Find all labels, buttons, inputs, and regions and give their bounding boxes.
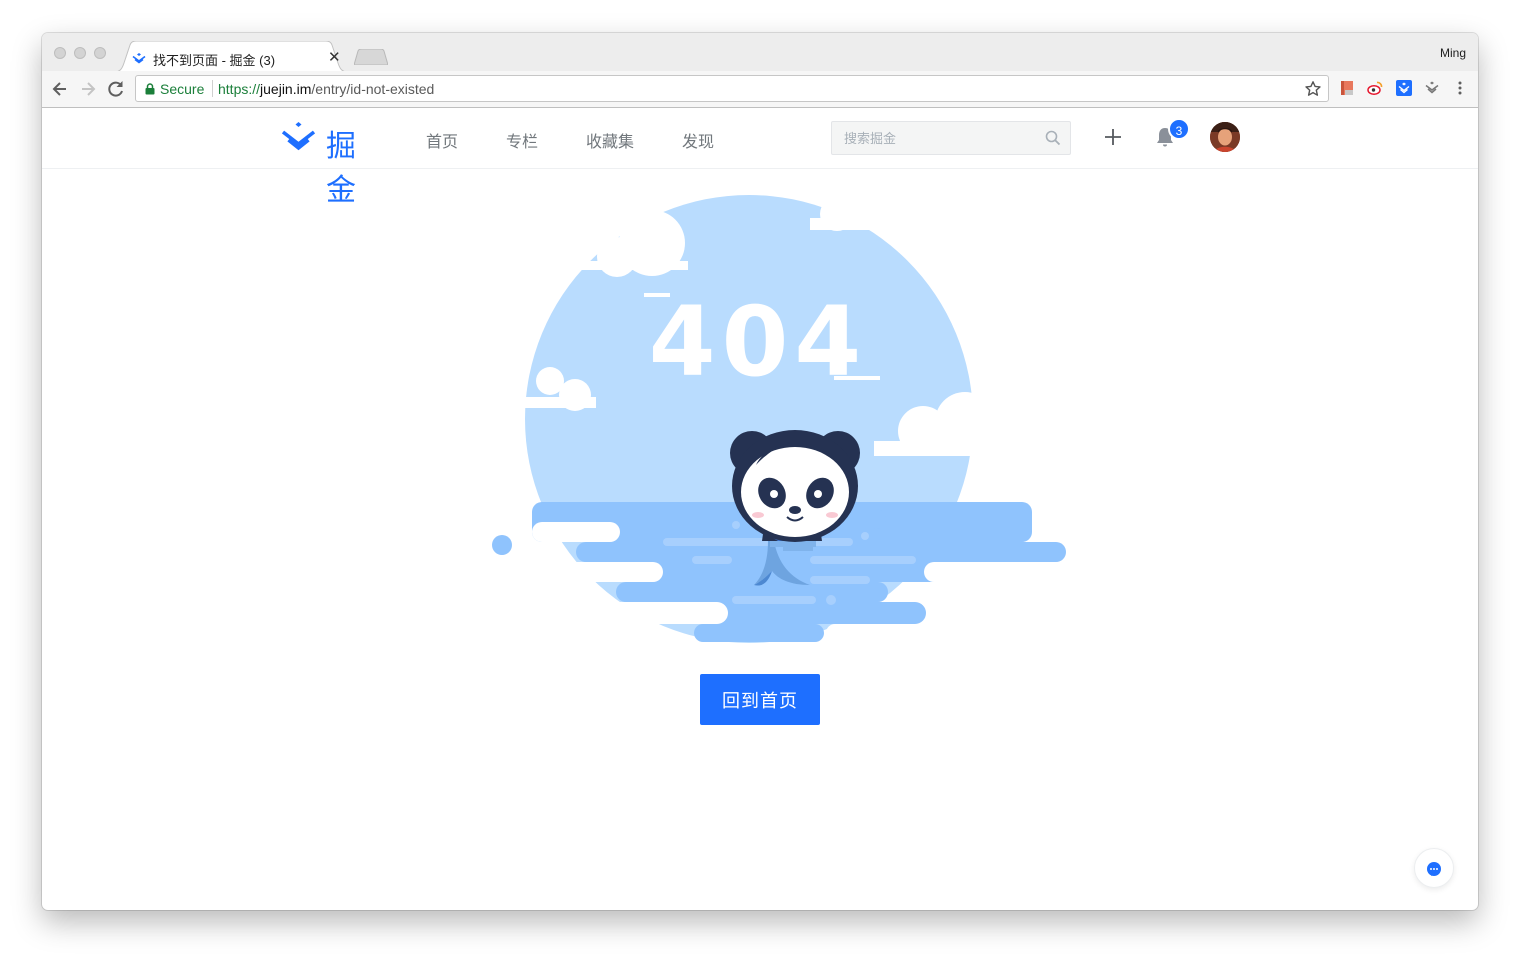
address-bar[interactable]: Secure https://juejin.im/entry/id-not-ex… <box>135 75 1329 102</box>
juejin-logo[interactable]: 掘金 <box>280 120 380 208</box>
reload-icon[interactable] <box>106 79 126 99</box>
forward-arrow-icon[interactable] <box>78 79 98 99</box>
nav-home[interactable]: 首页 <box>426 128 458 152</box>
bookmark-extension-icon[interactable] <box>1339 80 1355 96</box>
security-label: Secure <box>160 81 205 97</box>
nav-columns[interactable]: 专栏 <box>506 128 538 152</box>
url-scheme: https:// <box>218 81 261 97</box>
search-input[interactable] <box>832 122 1056 154</box>
back-arrow-icon[interactable] <box>50 79 70 99</box>
browser-toolbar: Secure https://juejin.im/entry/id-not-ex… <box>42 71 1478 108</box>
add-post-icon[interactable] <box>1103 127 1123 147</box>
site-header: 掘金 首页 专栏 收藏集 发现 3 <box>42 108 1478 208</box>
bookmark-star-icon[interactable] <box>1304 80 1322 98</box>
active-tab[interactable]: 找不到页面 - 掘金 (3) ✕ <box>114 41 348 72</box>
tab-close-icon[interactable]: ✕ <box>328 48 341 66</box>
address-divider <box>212 80 213 97</box>
minimize-window-button[interactable] <box>74 47 86 59</box>
url-text[interactable]: https://juejin.im/entry/id-not-existed <box>218 81 434 97</box>
url-path: /entry/id-not-existed <box>311 81 435 97</box>
more-menu-icon[interactable] <box>1452 80 1468 96</box>
chat-bubble-icon <box>1427 862 1441 876</box>
search-icon[interactable] <box>1045 130 1061 146</box>
404-illustration: 404 <box>492 195 1066 643</box>
weibo-extension-icon[interactable] <box>1367 80 1383 96</box>
user-avatar[interactable] <box>1210 122 1240 152</box>
nav-collections[interactable]: 收藏集 <box>586 128 634 152</box>
profile-name[interactable]: Ming <box>1440 46 1466 60</box>
nav-discover[interactable]: 发现 <box>682 128 714 152</box>
avatar-image <box>1210 122 1240 152</box>
tab-title: 找不到页面 - 掘金 (3) <box>153 53 276 68</box>
error-code: 404 <box>649 286 867 398</box>
juejin-logo-icon <box>281 122 316 151</box>
url-host: juejin.im <box>260 81 312 97</box>
search-box <box>831 121 1071 155</box>
browser-window: 找不到页面 - 掘金 (3) ✕ Ming Secure https://jue… <box>42 33 1478 910</box>
juejin-favicon-icon <box>132 53 146 64</box>
pocket-extension-icon[interactable] <box>1424 80 1440 96</box>
zoom-window-button[interactable] <box>94 47 106 59</box>
logo-text: 掘金 <box>326 129 357 208</box>
close-window-button[interactable] <box>54 47 66 59</box>
tab-strip: 找不到页面 - 掘金 (3) ✕ Ming <box>42 33 1478 72</box>
notification-badge: 3 <box>1168 118 1190 140</box>
lock-icon <box>145 83 155 95</box>
feedback-chat-button[interactable] <box>1414 848 1454 888</box>
new-tab-button[interactable] <box>354 49 388 65</box>
juejin-extension-icon[interactable] <box>1396 80 1412 96</box>
back-home-button[interactable]: 回到首页 <box>700 674 820 725</box>
